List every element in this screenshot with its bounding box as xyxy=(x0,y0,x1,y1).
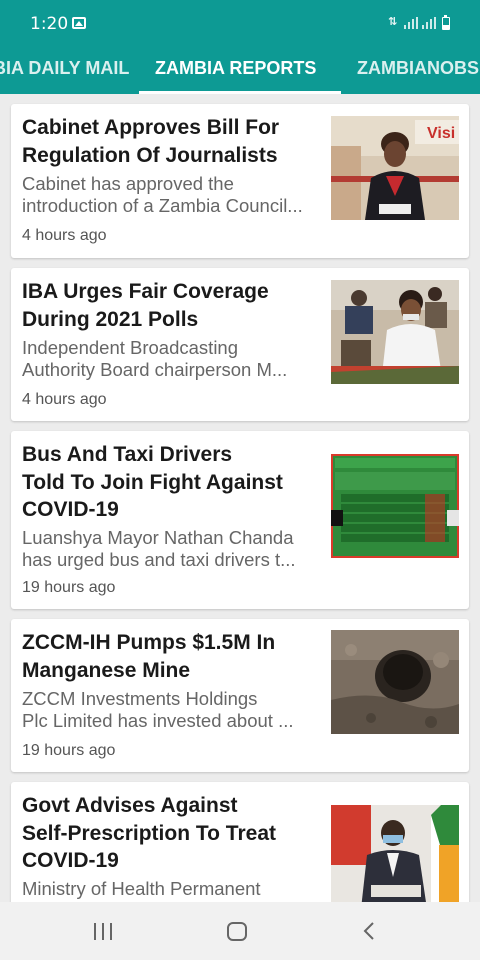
article-excerpt: Independent Broadcasting Authority Board… xyxy=(22,337,288,380)
svg-text:Visi: Visi xyxy=(427,125,455,142)
signal-bars-icon xyxy=(404,17,418,29)
recent-apps-icon[interactable] xyxy=(94,923,114,940)
article-thumbnail: Visi xyxy=(331,116,459,220)
back-icon[interactable] xyxy=(362,921,376,941)
article-title: Govt Advises Against Self-Prescription T… xyxy=(22,794,276,872)
article-feed[interactable]: Cabinet Approves Bill For Regulation Of … xyxy=(0,94,480,902)
status-bar: 1:20 ⇅ xyxy=(0,0,480,46)
article-thumbnail xyxy=(331,454,459,558)
home-icon[interactable] xyxy=(227,922,247,941)
article-time: 19 hours ago xyxy=(22,579,116,596)
article-thumbnail xyxy=(331,280,459,384)
signal-bars-icon xyxy=(422,17,436,29)
article-time: 19 hours ago xyxy=(22,742,116,759)
source-tab-bar: ZAMBIA DAILY MAIL ZAMBIA REPORTS ZAMBIAN… xyxy=(0,46,480,94)
gallery-icon xyxy=(72,17,86,29)
article-card[interactable]: Cabinet Approves Bill For Regulation Of … xyxy=(11,104,469,258)
article-card[interactable]: Govt Advises Against Self-Prescription T… xyxy=(11,782,469,902)
tab-zambia-reports[interactable]: ZAMBIA REPORTS xyxy=(155,46,316,94)
tab-zambia-daily-mail[interactable]: ZAMBIA DAILY MAIL xyxy=(0,46,129,94)
article-excerpt: Cabinet has approved the introduction of… xyxy=(22,173,303,216)
article-title: IBA Urges Fair Coverage During 2021 Poll… xyxy=(22,280,269,331)
article-time: 4 hours ago xyxy=(22,391,107,408)
battery-icon xyxy=(442,15,450,30)
article-title: ZCCM-IH Pumps $1.5M In Manganese Mine xyxy=(22,631,276,682)
article-card[interactable]: Bus And Taxi Drivers Told To Join Fight … xyxy=(11,431,469,609)
status-time: 1:20 xyxy=(30,14,69,34)
article-thumbnail xyxy=(331,805,459,902)
tab-zambian-observer[interactable]: ZAMBIANOBSERVER xyxy=(357,46,480,94)
system-navigation-bar xyxy=(0,902,480,960)
article-excerpt: Luanshya Mayor Nathan Chanda has urged b… xyxy=(22,527,296,570)
article-time: 4 hours ago xyxy=(22,227,107,244)
article-card[interactable]: IBA Urges Fair Coverage During 2021 Poll… xyxy=(11,268,469,421)
article-excerpt: Ministry of Health Permanent xyxy=(22,878,261,899)
article-title: Bus And Taxi Drivers Told To Join Fight … xyxy=(22,443,283,521)
article-title: Cabinet Approves Bill For Regulation Of … xyxy=(22,116,280,167)
article-card[interactable]: ZCCM-IH Pumps $1.5M In Manganese Mine ZC… xyxy=(11,619,469,772)
article-thumbnail xyxy=(331,630,459,734)
4g-signal-icon: ⇅ xyxy=(388,15,399,28)
article-excerpt: ZCCM Investments Holdings Plc Limited ha… xyxy=(22,688,294,731)
